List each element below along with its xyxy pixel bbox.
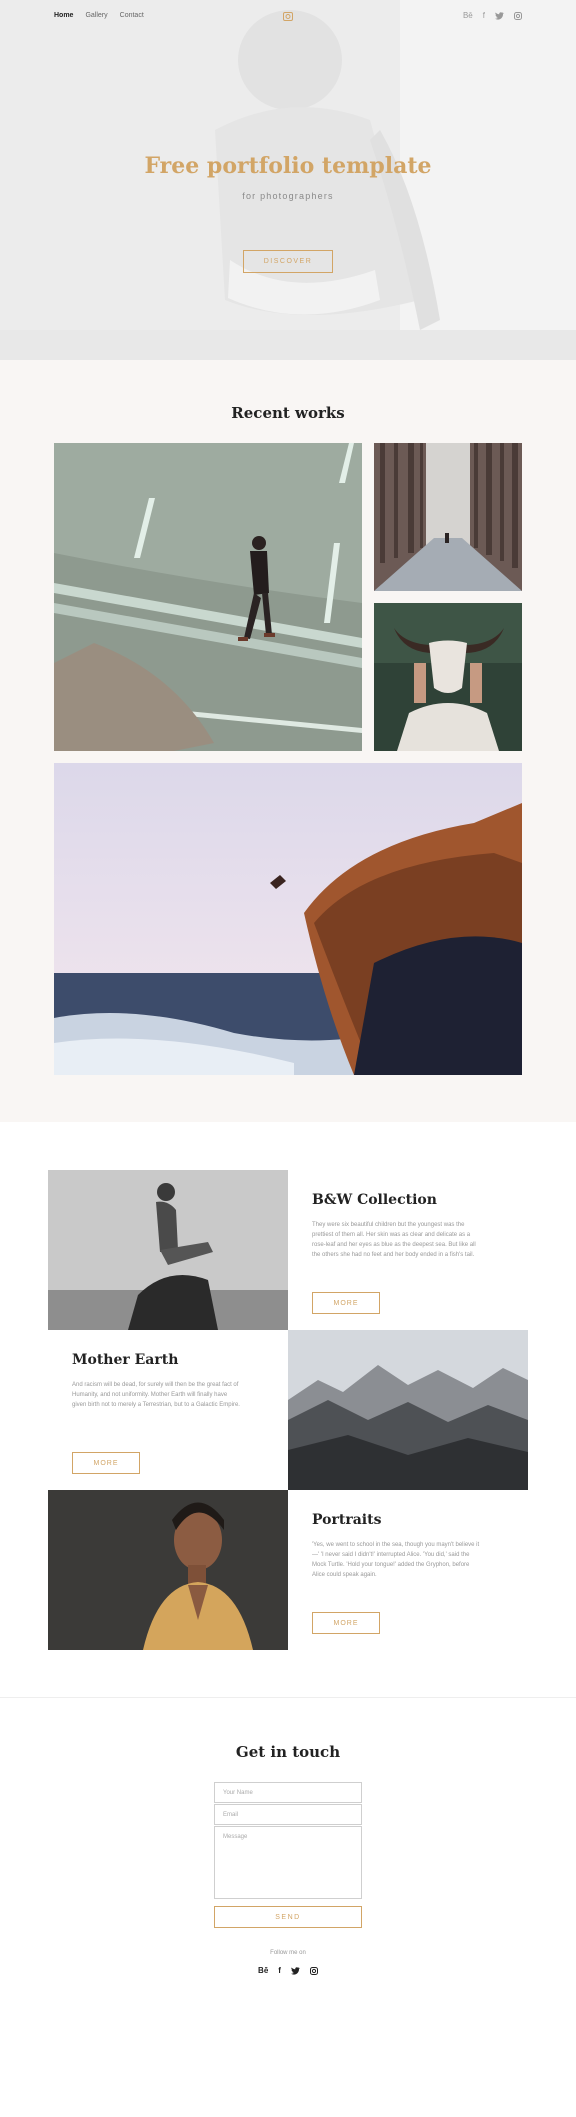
hero-title: Free portfolio template <box>144 153 432 179</box>
send-button[interactable]: SEND <box>214 1906 362 1928</box>
work-photo-man-walking[interactable] <box>54 443 362 751</box>
follow-label: Follow me on <box>270 1950 306 1956</box>
portraits-text-panel: Portraits 'Yes, we went to school in the… <box>288 1490 528 1650</box>
portraits-block: Portraits 'Yes, we went to school in the… <box>48 1490 528 1650</box>
bw-collection-text-panel: B&W Collection They were six beautiful c… <box>288 1170 528 1330</box>
bw-collection-description: They were six beautiful children but the… <box>312 1222 476 1258</box>
mother-earth-title: Mother Earth <box>72 1352 179 1368</box>
name-field[interactable]: Your Name <box>214 1782 362 1803</box>
hero-background-photo <box>0 0 576 360</box>
recent-works-title: Recent works <box>231 404 345 422</box>
twitter-icon[interactable] <box>290 1966 300 1975</box>
mother-earth-more-button[interactable]: MORE <box>72 1452 140 1474</box>
nav-gallery-link[interactable]: Gallery <box>85 12 107 19</box>
recent-works-section: Recent works <box>0 360 576 1122</box>
bw-collection-photo[interactable] <box>48 1170 288 1330</box>
work-photo-bull-skull[interactable] <box>374 603 522 751</box>
message-field[interactable]: Message <box>214 1826 362 1899</box>
portraits-description: 'Yes, we went to school in the sea, thou… <box>312 1542 480 1578</box>
mother-earth-description: And racism will be dead, for surely will… <box>72 1382 240 1408</box>
footer-social-links: Bē f <box>0 1966 576 1975</box>
mother-earth-text-panel: Mother Earth And racism will be dead, fo… <box>48 1330 288 1490</box>
facebook-icon[interactable]: f <box>278 1966 281 1975</box>
nav-home-link[interactable]: Home <box>54 12 73 19</box>
bw-collection-title: B&W Collection <box>312 1192 437 1208</box>
behance-icon[interactable]: Bē <box>463 11 473 20</box>
discover-button[interactable]: DISCOVER <box>243 250 333 273</box>
instagram-icon[interactable] <box>514 11 522 20</box>
email-field[interactable]: Email <box>214 1804 362 1825</box>
portraits-photo[interactable] <box>48 1490 288 1650</box>
facebook-icon[interactable]: f <box>483 11 485 20</box>
bw-collection-more-button[interactable]: MORE <box>312 1292 380 1314</box>
twitter-icon[interactable] <box>495 11 504 20</box>
mother-earth-block: Mother Earth And racism will be dead, fo… <box>48 1330 528 1490</box>
instagram-icon[interactable] <box>309 1966 318 1975</box>
nav-contact-link[interactable]: Contact <box>120 12 144 19</box>
section-divider <box>0 1697 576 1698</box>
behance-icon[interactable]: Bē <box>258 1966 268 1975</box>
hero-subtitle: for photographers <box>242 191 334 201</box>
mother-earth-photo[interactable] <box>288 1330 528 1490</box>
hero-section: Home Gallery Contact Bē f Free portfolio… <box>0 0 576 360</box>
portraits-more-button[interactable]: MORE <box>312 1612 380 1634</box>
camera-logo-icon[interactable] <box>283 11 293 21</box>
work-photo-cliff-jump[interactable] <box>54 763 522 1075</box>
header-social-links: Bē f <box>463 11 522 20</box>
contact-title: Get in touch <box>235 1743 341 1761</box>
main-nav: Home Gallery Contact <box>54 12 144 19</box>
bw-collection-block: B&W Collection They were six beautiful c… <box>48 1170 528 1330</box>
work-photo-forest-road[interactable] <box>374 443 522 591</box>
portraits-title: Portraits <box>312 1512 382 1528</box>
